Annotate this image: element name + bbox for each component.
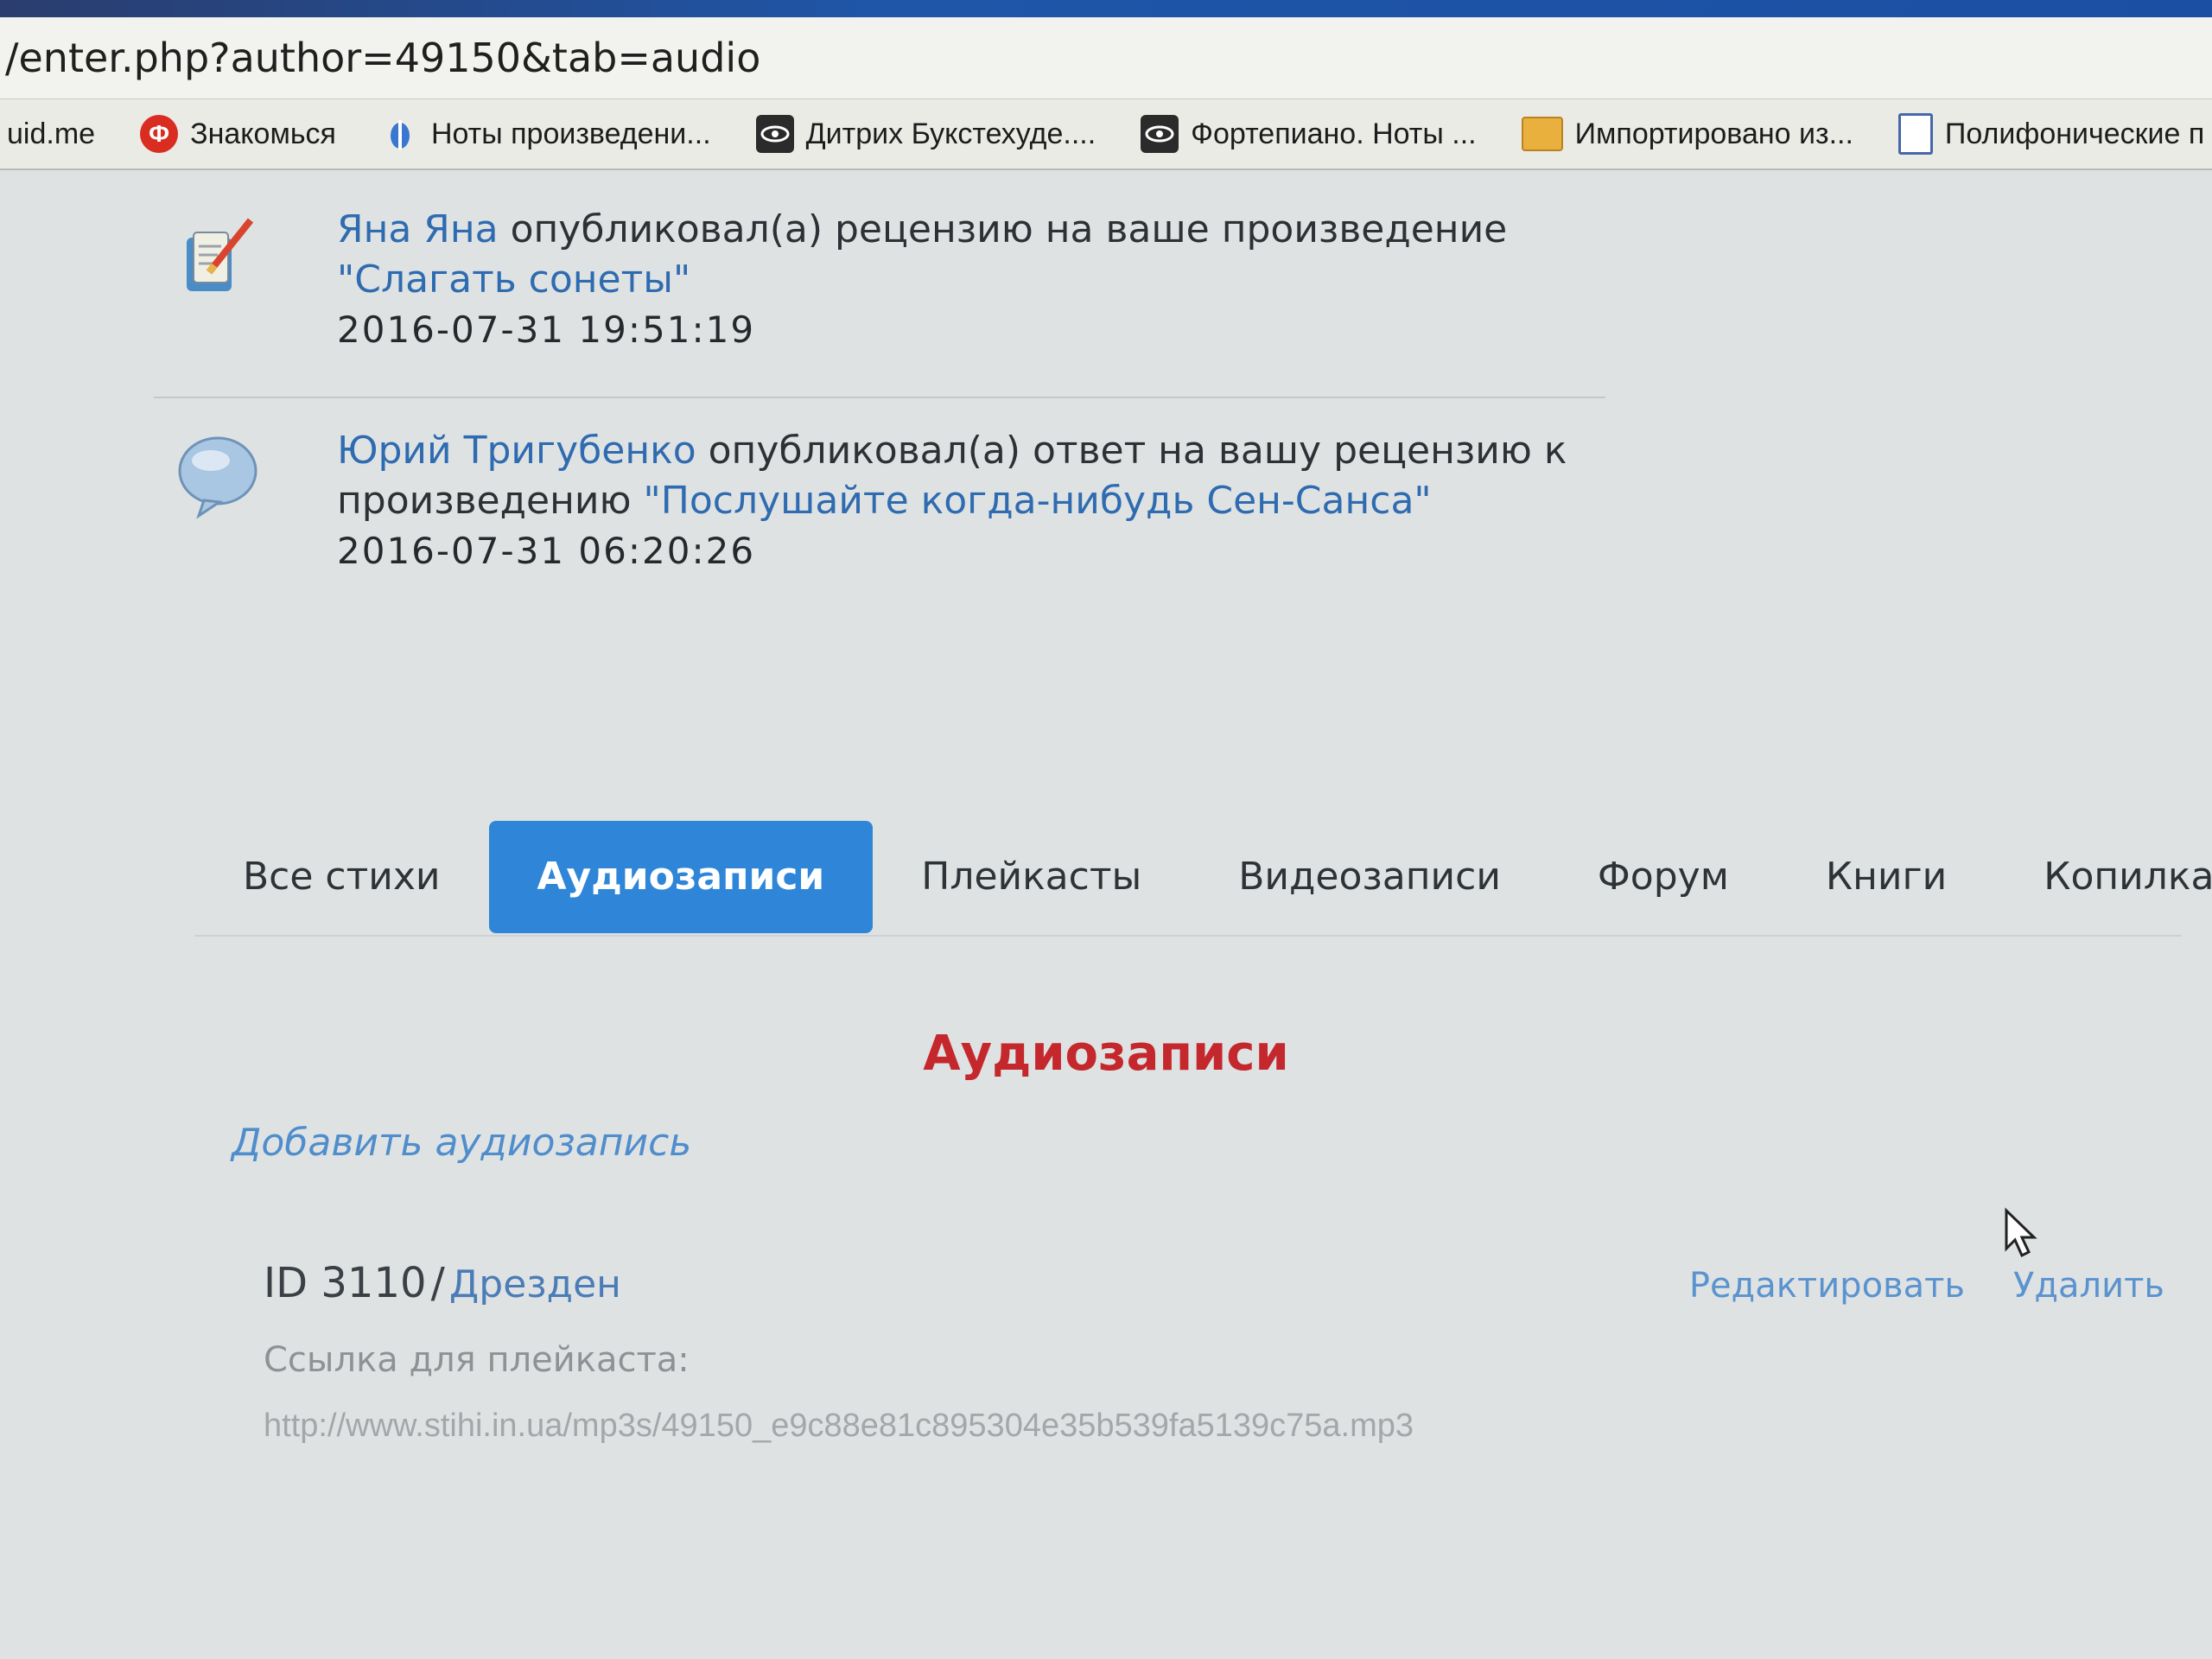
page-content: Яна Яна опубликовал(а) рецензию на ваше … [0,170,2212,1659]
tab-playcasts[interactable]: Плейкасты [873,821,1190,933]
folder-icon [1521,117,1563,151]
notification-item: Яна Яна опубликовал(а) рецензию на ваше … [181,205,1607,355]
edit-audio-link[interactable]: Редактировать [1689,1266,1965,1306]
audio-list-item: ID 3110 / Дрезден Редактировать Удалить … [264,1259,2164,1445]
audio-title-link[interactable]: Дрезден [449,1262,621,1306]
notification-timestamp: 2016-07-31 06:20:26 [337,530,756,572]
tab-piggybank[interactable]: Копилка [1995,821,2212,933]
audio-actions: Редактировать Удалить [1689,1266,2164,1306]
bookmark-noty[interactable]: Ноты произведени... [381,115,711,153]
audio-separator: / [430,1259,445,1307]
playcast-url[interactable]: http://www.stihi.in.ua/mp3s/49150_e9c88e… [264,1408,2164,1445]
playcast-link-label: Ссылка для плейкаста: [264,1340,690,1380]
bookmark-znakomsya[interactable]: Ф Знакомься [140,115,336,153]
speech-bubble-icon [175,433,261,519]
tab-books[interactable]: Книги [1777,821,1995,933]
bookmark-uidme[interactable]: uid.me [7,118,95,151]
review-pencil-icon [175,212,261,298]
notification-work-link[interactable]: "Слагать сонеты" [337,257,690,302]
window-title-strip [0,0,2212,17]
tab-all-poems[interactable]: Все стихи [194,821,489,933]
address-bar[interactable]: /enter.php?author=49150&tab=audio [0,17,2212,99]
odnoklassniki-icon: Ф [140,115,179,153]
bookmark-label: Знакомься [190,117,336,150]
bookmark-label: Импортировано из... [1574,117,1853,150]
notification-author-link[interactable]: Юрий Тригубенко [337,429,696,473]
tab-forum[interactable]: Форум [1549,821,1777,933]
section-tabs: Все стихи Аудиозаписи Плейкасты Видеозап… [194,818,2212,937]
bookmark-label: Полифонические п [1944,117,2205,150]
eye-icon [755,115,794,153]
delete-audio-link[interactable]: Удалить [2013,1266,2164,1306]
bookmark-folder-imported[interactable]: Импортировано из... [1521,117,1853,151]
audio-id: ID 3110 [264,1259,427,1307]
bookmark-label: uid.me [7,117,96,150]
bookmark-label: Фортепиано. Ноты ... [1191,117,1477,150]
bookmarks-bar: uid.me Ф Знакомься Ноты произведени... Д… [0,99,2212,170]
address-text[interactable]: /enter.php?author=49150&tab=audio [5,35,760,81]
notification-author-link[interactable]: Яна Яна [337,207,499,251]
tab-audio[interactable]: Аудиозаписи [488,820,874,933]
notification-work-link[interactable]: "Послушайте когда-нибудь Сен-Санса" [644,479,1432,523]
document-icon [1897,113,1933,155]
bookmark-fortepiano[interactable]: Фортепиано. Ноты ... [1141,115,1477,153]
bookmark-buxtehude[interactable]: Дитрих Букстехуде.... [755,115,1096,153]
notification-divider [154,397,1605,398]
notification-action-text: опубликовал(а) рецензию на ваше произвед… [510,207,1508,251]
add-audio-link[interactable]: Добавить аудиозапись [232,1121,691,1165]
notification-timestamp: 2016-07-31 19:51:19 [337,308,756,351]
eye-icon [1141,115,1179,153]
bookmark-label: Ноты произведени... [430,117,711,150]
bookmark-polyphonic[interactable]: Полифонические п [1897,113,2205,155]
page-title: Аудиозаписи [923,1026,1289,1082]
notification-item: Юрий Тригубенко опубликовал(а) ответ на … [178,426,1607,576]
bookmark-label: Дитрих Букстехуде.... [805,117,1096,150]
mouse-cursor-icon [2003,1207,2037,1259]
tab-videos[interactable]: Видеозаписи [1190,821,1549,933]
blue-drop-icon [381,115,419,153]
